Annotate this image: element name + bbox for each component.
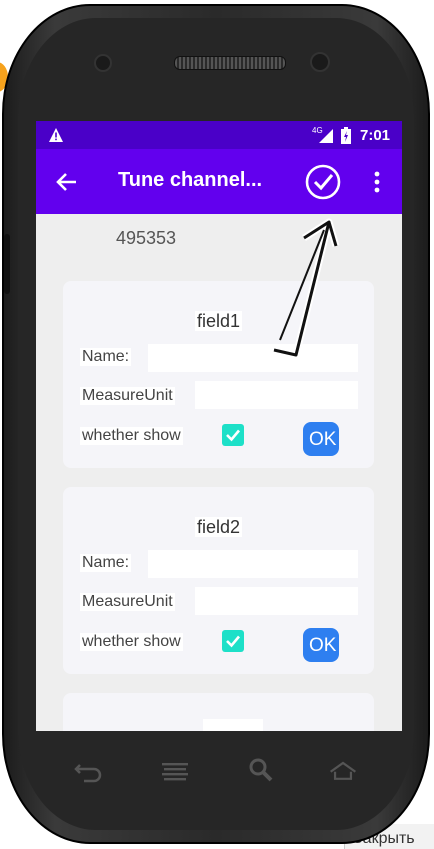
whether-show-checkbox[interactable] [222, 630, 244, 652]
front-camera [310, 52, 330, 72]
whether-show-label: whether show [80, 633, 183, 651]
field-title: field2 [63, 517, 374, 538]
ok-button[interactable]: OK [303, 422, 339, 456]
whether-show-checkbox[interactable] [222, 424, 244, 446]
name-label: Name: [80, 348, 132, 366]
signal-icon [319, 129, 333, 143]
warning-icon [49, 128, 63, 142]
status-bar: 4G 7:01 [36, 121, 402, 149]
phone-screen: 4G 7:01 Tune channel... 495353 field1 Na… [36, 121, 402, 731]
app-bar: Tune channel... [36, 149, 402, 214]
field-title-text: field2 [194, 517, 243, 537]
checkmark-icon [226, 429, 240, 442]
field-card: field1 Name: MeasureUnit whether show OK [63, 281, 374, 468]
sensor [94, 54, 112, 72]
field-card [63, 693, 374, 731]
field-title [203, 719, 263, 731]
status-time: 7:01 [360, 127, 391, 144]
name-input[interactable] [148, 550, 358, 578]
menu-icon[interactable] [160, 755, 190, 785]
navigation-bar [36, 731, 402, 811]
checkmark-icon [226, 635, 240, 648]
name-input[interactable] [148, 344, 358, 372]
field-title-text: field1 [194, 311, 243, 331]
whether-show-label: whether show [80, 427, 183, 445]
field-title: field1 [63, 311, 374, 332]
measure-unit-label: MeasureUnit [80, 593, 175, 611]
measure-unit-label: MeasureUnit [80, 387, 175, 405]
measure-unit-input[interactable] [195, 587, 358, 615]
name-label: Name: [80, 554, 132, 572]
measure-unit-input[interactable] [195, 381, 358, 409]
arrow-left-icon[interactable] [54, 169, 80, 195]
ok-button[interactable]: OK [303, 628, 339, 662]
content-area: 495353 field1 Name: MeasureUnit whether … [36, 214, 402, 731]
page-title: Tune channel... [118, 169, 263, 191]
check-circle-icon[interactable] [304, 163, 342, 201]
home-icon[interactable] [328, 755, 358, 785]
more-vert-icon[interactable] [370, 169, 384, 195]
side-button [4, 234, 10, 294]
back-icon[interactable] [74, 755, 104, 785]
channel-id: 495353 [116, 228, 177, 248]
field-card: field2 Name: MeasureUnit whether show OK [63, 487, 374, 674]
speaker-grille [174, 56, 286, 70]
battery-icon [341, 127, 351, 144]
search-icon[interactable] [246, 755, 276, 785]
